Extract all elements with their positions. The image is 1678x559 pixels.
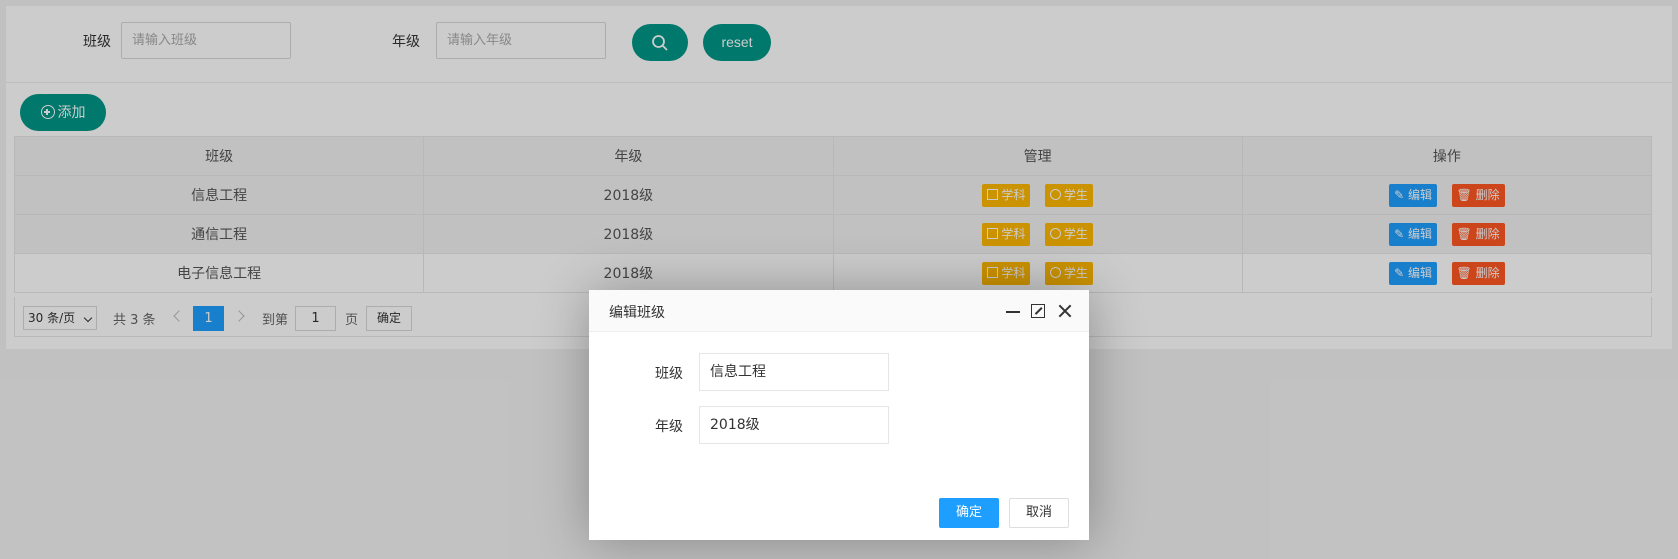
dialog-header: 编辑班级: [589, 290, 1089, 332]
maximize-icon[interactable]: [1031, 304, 1045, 318]
dialog-grade-input[interactable]: 2018级: [699, 406, 889, 444]
dialog-cancel-button[interactable]: 取消: [1009, 498, 1069, 528]
dialog-grade-label: 年级: [655, 419, 683, 435]
edit-class-dialog: 编辑班级 班级 信息工程 年级 2018级 确定 取消: [589, 290, 1089, 540]
dialog-class-input[interactable]: 信息工程: [699, 353, 889, 391]
dialog-class-label: 班级: [655, 366, 683, 382]
close-icon[interactable]: [1056, 302, 1074, 320]
minimize-icon[interactable]: [1006, 311, 1020, 313]
dialog-title: 编辑班级: [609, 305, 665, 321]
dialog-confirm-button[interactable]: 确定: [939, 498, 999, 528]
